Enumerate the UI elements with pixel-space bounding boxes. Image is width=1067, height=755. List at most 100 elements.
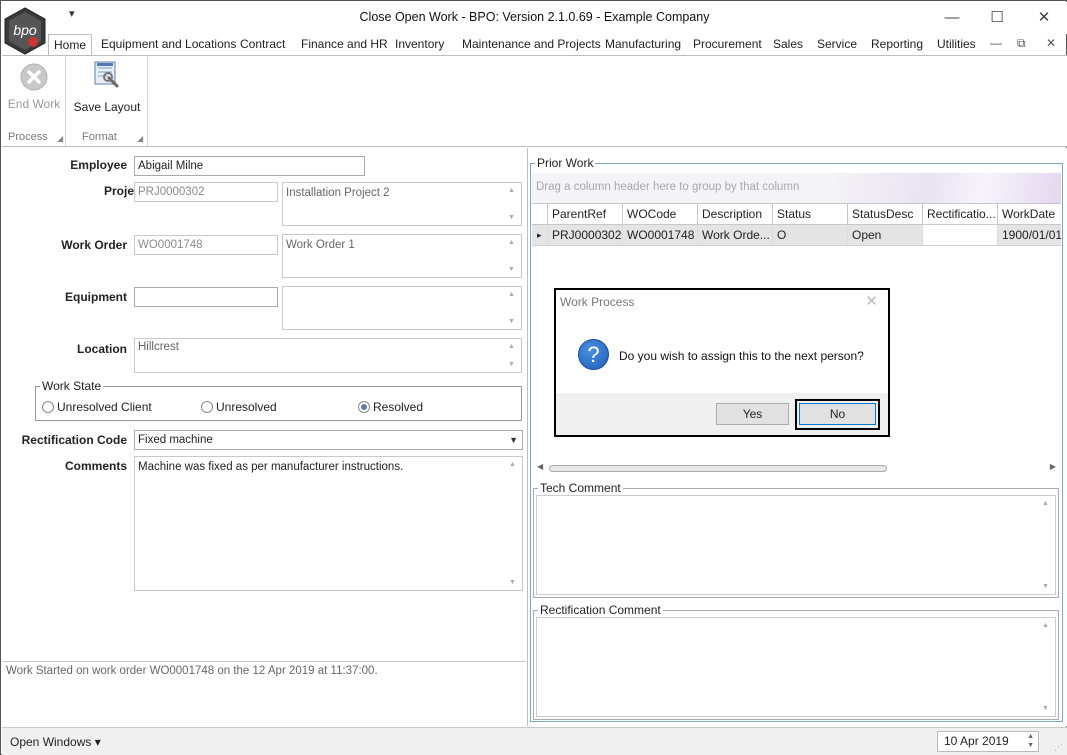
save-layout-icon <box>94 61 119 88</box>
tab-home[interactable]: Home <box>48 34 93 55</box>
project-code-field[interactable]: PRJ0000302 <box>134 182 278 202</box>
scrollbar[interactable]: ▲ ▼ <box>1038 496 1055 594</box>
dialog-title: Work Process <box>560 295 635 309</box>
tab-inventory[interactable]: Inventory <box>395 34 444 55</box>
rectification-code-label: Rectification Code <box>21 433 127 447</box>
resize-grip-icon[interactable]: ⋰ <box>1054 742 1063 753</box>
table-cell[interactable]: PRJ0000302 <box>547 225 622 245</box>
tech-comment-title: Tech Comment <box>538 481 623 495</box>
mdi-restore-button[interactable]: ⧉ <box>1017 36 1026 51</box>
chevron-down-icon[interactable]: ▼ <box>509 431 518 449</box>
project-label: Proje <box>103 184 134 198</box>
scrollbar[interactable]: ▲ ▼ <box>504 183 521 225</box>
save-layout-button[interactable]: Save Layout <box>71 60 143 114</box>
tab-manufacturing[interactable]: Manufacturing <box>605 34 681 55</box>
format-launcher-icon[interactable]: ◢ <box>137 134 143 143</box>
work-order-code-field[interactable]: WO0001748 <box>134 235 278 255</box>
rectification-code-select[interactable]: Fixed machine ▼ <box>134 430 523 450</box>
ribbon-group-label: Process <box>8 131 48 143</box>
tab-equipment-and-locations[interactable]: Equipment and Locations <box>101 34 236 55</box>
comments-text: Machine was fixed as per manufacturer in… <box>138 461 404 473</box>
work-order-label: Work Order <box>61 238 127 252</box>
dialog-close-icon[interactable]: ✕ <box>865 292 878 310</box>
open-windows-button[interactable]: Open Windows ▾ <box>10 735 101 749</box>
question-icon: ? <box>578 339 609 370</box>
prior-work-title: Prior Work <box>535 156 596 170</box>
equipment-code-field[interactable] <box>134 287 278 307</box>
work-process-dialog: Work Process ✕ ? Do you wish to assign t… <box>554 288 890 437</box>
location-field[interactable]: Hillcrest ▲ ▼ <box>134 338 522 373</box>
table-cell[interactable]: 1900/01/01 <box>997 225 1061 245</box>
column-header[interactable]: StatusDesc <box>847 204 922 225</box>
radio-circle-icon <box>42 401 54 413</box>
mdi-minimize-button[interactable]: — <box>990 36 1002 50</box>
employee-field[interactable]: Abigail Milne <box>134 156 365 176</box>
column-header[interactable]: Rectificatio... <box>922 204 997 225</box>
scrollbar[interactable]: ▲ ▼ <box>1038 618 1055 716</box>
tab-procurement[interactable]: Procurement <box>693 34 762 55</box>
column-header[interactable]: Status <box>772 204 847 225</box>
date-field[interactable]: 10 Apr 2019 ▲ ▼ <box>937 731 1039 752</box>
table-cell[interactable]: WO0001748 <box>622 225 697 245</box>
scrollbar[interactable]: ▲ ▼ <box>504 339 521 372</box>
radio-unresolved[interactable]: Unresolved <box>201 400 277 414</box>
table-cell[interactable]: Open <box>847 225 922 245</box>
employee-label: Employee <box>70 158 127 172</box>
header-indicator-cell <box>532 204 547 225</box>
grid-header: ParentRef WOCode Description Status Stat… <box>532 203 1061 225</box>
tab-maintenance-and-projects[interactable]: Maintenance and Projects <box>462 34 601 55</box>
tab-finance-and-hr[interactable]: Finance and HR <box>301 34 388 55</box>
end-work-label: End Work <box>7 97 61 111</box>
no-button[interactable]: No <box>799 403 876 425</box>
dialog-button-bar: Yes No <box>556 393 888 435</box>
scroll-right-icon[interactable]: ▶ <box>1050 462 1056 471</box>
scrollbar-thumb[interactable] <box>549 465 887 472</box>
tech-comment-field[interactable]: ▲ ▼ <box>536 495 1056 595</box>
yes-button[interactable]: Yes <box>716 403 789 425</box>
scrollbar[interactable]: ▲ ▼ <box>504 235 521 277</box>
column-header[interactable]: ParentRef <box>547 204 622 225</box>
table-cell[interactable]: O <box>772 225 847 245</box>
process-launcher-icon[interactable]: ◢ <box>57 134 63 143</box>
tab-utilities[interactable]: Utilities <box>937 34 976 55</box>
project-description-field[interactable]: Installation Project 2 ▲ ▼ <box>282 182 522 226</box>
work-order-description-field[interactable]: Work Order 1 ▲ ▼ <box>282 234 522 278</box>
maximize-button[interactable]: ☐ <box>977 6 1017 30</box>
tab-reporting[interactable]: Reporting <box>871 34 923 55</box>
quick-access-dropdown[interactable]: ▾ <box>69 7 75 20</box>
tab-contract[interactable]: Contract <box>240 34 285 55</box>
column-header[interactable]: WorkDate <box>997 204 1061 225</box>
date-spinner-icon[interactable]: ▲ ▼ <box>1027 732 1034 750</box>
dialog-message: Do you wish to assign this to the next p… <box>619 349 864 363</box>
minimize-button[interactable]: — <box>932 6 972 30</box>
radio-label: Unresolved Client <box>57 400 152 414</box>
column-header[interactable]: Description <box>697 204 772 225</box>
group-by-panel[interactable]: Drag a column header here to group by th… <box>532 173 1061 203</box>
row-indicator-icon: ▸ <box>537 230 542 240</box>
scroll-left-icon[interactable]: ◀ <box>537 462 543 471</box>
location-text: Hillcrest <box>138 341 179 353</box>
ribbon-group-format: Save Layout Format ◢ <box>67 56 148 146</box>
bpo-logo[interactable]: bpo <box>3 7 47 55</box>
scrollbar[interactable]: ▲ ▼ <box>504 287 521 329</box>
grid-horizontal-scrollbar[interactable]: ◀ ▶ <box>532 461 1061 476</box>
rectification-comment-field[interactable]: ▲ ▼ <box>536 617 1056 717</box>
scrollbar[interactable]: ▲ ▼ <box>505 457 522 590</box>
app-window: Close Open Work - BPO: Version 2.1.0.69 … <box>0 0 1067 755</box>
table-cell[interactable]: Work Orde... <box>697 225 772 245</box>
close-button[interactable]: ✕ <box>1024 6 1064 30</box>
column-header[interactable]: WOCode <box>622 204 697 225</box>
equipment-description-field[interactable]: ▲ ▼ <box>282 286 522 330</box>
tab-sales[interactable]: Sales <box>773 34 803 55</box>
ribbon-group-label: Format <box>82 131 117 143</box>
table-cell[interactable] <box>922 225 997 245</box>
comments-field[interactable]: Machine was fixed as per manufacturer in… <box>134 456 523 591</box>
radio-unresolved-client[interactable]: Unresolved Client <box>42 400 152 414</box>
window-title: Close Open Work - BPO: Version 2.1.0.69 … <box>359 10 710 24</box>
mdi-close-button[interactable]: ✕ <box>1046 36 1056 50</box>
work-order-description-text: Work Order 1 <box>286 239 355 251</box>
radio-resolved[interactable]: Resolved <box>358 400 423 414</box>
end-work-button[interactable]: End Work <box>6 62 62 111</box>
tab-service[interactable]: Service <box>817 34 857 55</box>
table-row[interactable]: ▸ PRJ0000302 WO0001748 Work Orde... O Op… <box>532 225 1061 246</box>
